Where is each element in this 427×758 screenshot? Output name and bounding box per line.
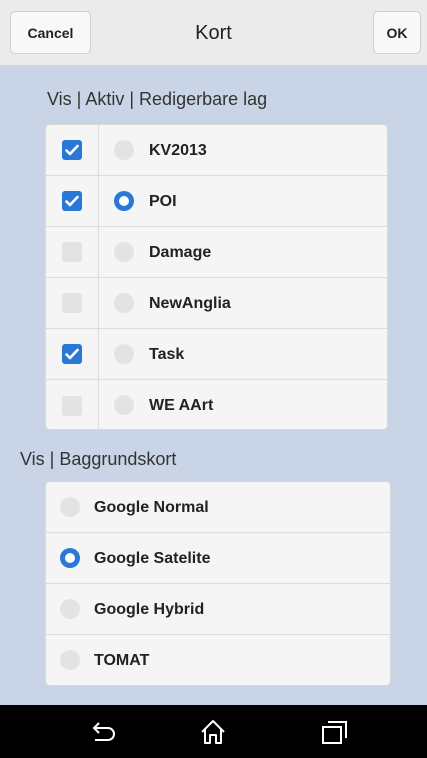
layer-row-kv2013: KV2013 — [46, 125, 387, 176]
layer-name: KV2013 — [149, 142, 207, 159]
basemap-radio[interactable] — [60, 548, 80, 568]
ok-button[interactable]: OK — [373, 11, 421, 54]
layer-name: NewAnglia — [149, 295, 231, 312]
layer-name: Task — [149, 346, 185, 363]
home-icon[interactable] — [197, 718, 229, 746]
layers-heading: Vis | Aktiv | Redigerbare lag — [47, 89, 268, 109]
layer-active-radio[interactable] — [114, 242, 134, 262]
layer-name: Damage — [149, 244, 212, 261]
system-nav-bar — [0, 705, 427, 758]
basemap-radio[interactable] — [60, 497, 80, 517]
basemap-row[interactable]: Google Hybrid — [46, 584, 390, 635]
basemap-radio[interactable] — [60, 599, 80, 619]
cancel-button[interactable]: Cancel — [10, 11, 91, 54]
basemap-row[interactable]: Google Satelite — [46, 533, 390, 584]
header-bar: Kort Cancel OK — [0, 0, 427, 66]
basemap-name: Google Normal — [94, 499, 209, 516]
basemaps-heading: Vis | Baggrundskort — [20, 449, 177, 469]
layer-row-poi: POI — [46, 176, 387, 227]
basemap-radio[interactable] — [60, 650, 80, 670]
layer-row-damage: Damage — [46, 227, 387, 278]
layer-visible-checkbox[interactable] — [62, 242, 82, 262]
basemap-name: Google Hybrid — [94, 601, 205, 618]
layer-name: WE AArt — [149, 397, 214, 414]
layer-visible-checkbox[interactable] — [62, 140, 82, 160]
check-icon — [65, 348, 79, 360]
basemap-name: TOMAT — [94, 652, 150, 669]
layer-active-radio[interactable] — [114, 140, 134, 160]
layer-visible-checkbox[interactable] — [62, 395, 82, 416]
layer-name: POI — [149, 193, 177, 210]
check-icon — [65, 144, 79, 156]
layer-active-radio[interactable] — [114, 395, 134, 415]
back-icon[interactable] — [86, 718, 118, 746]
basemap-row[interactable]: Google Normal — [46, 482, 390, 533]
basemap-name: Google Satelite — [94, 550, 211, 567]
layer-row-task: Task — [46, 329, 387, 380]
layer-visible-checkbox[interactable] — [62, 293, 82, 313]
layer-visible-checkbox[interactable] — [62, 344, 82, 364]
basemap-row[interactable]: TOMAT — [46, 635, 390, 685]
layer-active-radio[interactable] — [114, 344, 134, 364]
layers-list: KV2013 POI Damage NewAnglia Task WE AArt — [45, 124, 388, 430]
check-icon — [65, 195, 79, 207]
recent-apps-icon[interactable] — [318, 718, 350, 746]
basemaps-list: Google Normal Google Satelite Google Hyb… — [45, 481, 391, 686]
layer-row-we-aart: WE AArt — [46, 380, 387, 429]
layer-visible-checkbox[interactable] — [62, 191, 82, 211]
layer-row-newanglia: NewAnglia — [46, 278, 387, 329]
layer-active-radio[interactable] — [114, 293, 134, 313]
layer-active-radio[interactable] — [114, 191, 134, 211]
